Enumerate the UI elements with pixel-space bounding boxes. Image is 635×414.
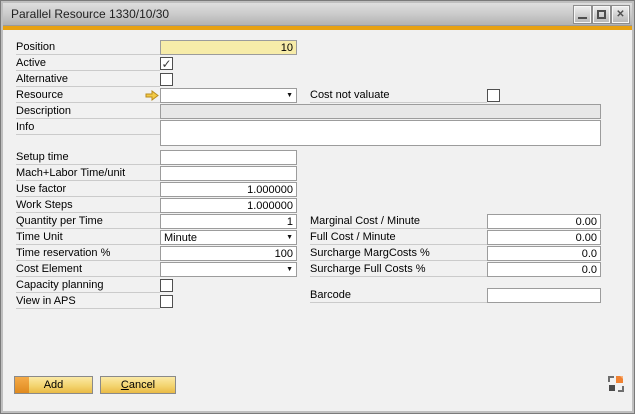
info-input[interactable] (160, 120, 601, 146)
time-unit-dropdown[interactable]: Minute ▼ (160, 230, 297, 245)
minimize-button[interactable] (574, 6, 591, 23)
accent-divider (3, 26, 632, 30)
maximize-icon (597, 10, 606, 19)
time-reservation-input[interactable] (160, 246, 297, 261)
time-reservation-label: Time reservation % (16, 246, 160, 261)
chevron-down-icon: ▼ (286, 266, 293, 273)
close-button[interactable]: ✕ (612, 6, 629, 23)
capacity-planning-checkbox[interactable] (160, 279, 173, 292)
cost-element-dropdown[interactable]: ▼ (160, 262, 297, 277)
quantity-per-time-label: Quantity per Time (16, 214, 160, 229)
surcharge-fullcosts-label: Surcharge Full Costs % (310, 262, 487, 277)
active-label: Active (16, 56, 160, 71)
cost-not-valuate-label: Cost not valuate (310, 88, 487, 103)
full-cost-input[interactable] (487, 230, 601, 245)
mach-labor-input[interactable] (160, 166, 297, 181)
quantity-per-time-input[interactable] (160, 214, 297, 229)
window-title: Parallel Resource 1330/10/30 (3, 7, 169, 21)
close-icon: ✕ (616, 9, 624, 20)
surcharge-fullcosts-input[interactable] (487, 262, 601, 277)
capacity-planning-label: Capacity planning (16, 278, 160, 293)
form-settings-icon[interactable] (608, 376, 624, 392)
setup-time-label: Setup time (16, 150, 160, 165)
alternative-label: Alternative (16, 72, 160, 87)
chevron-down-icon: ▼ (286, 234, 293, 241)
surcharge-margcosts-input[interactable] (487, 246, 601, 261)
marginal-cost-input[interactable] (487, 214, 601, 229)
use-factor-input[interactable] (160, 182, 297, 197)
add-button[interactable]: Add (14, 376, 93, 394)
active-checkbox[interactable]: ✓ (160, 57, 173, 70)
maximize-button[interactable] (593, 6, 610, 23)
position-input[interactable] (160, 40, 297, 55)
barcode-label: Barcode (310, 288, 487, 303)
position-label: Position (16, 40, 160, 55)
barcode-input[interactable] (487, 288, 601, 303)
title-bar[interactable]: Parallel Resource 1330/10/30 ✕ (3, 3, 632, 26)
view-in-aps-label: View in APS (16, 294, 160, 309)
setup-time-input[interactable] (160, 150, 297, 165)
description-input (160, 104, 601, 119)
cancel-button[interactable]: Cancel (100, 376, 176, 394)
surcharge-margcosts-label: Surcharge MargCosts % (310, 246, 487, 261)
work-steps-input[interactable] (160, 198, 297, 213)
resource-label: Resource (16, 88, 160, 103)
alternative-checkbox[interactable] (160, 73, 173, 86)
work-steps-label: Work Steps (16, 198, 160, 213)
mach-labor-label: Mach+Labor Time/unit (16, 166, 160, 181)
link-arrow-icon[interactable] (145, 90, 159, 101)
view-in-aps-checkbox[interactable] (160, 295, 173, 308)
dialog-window: Parallel Resource 1330/10/30 ✕ Position … (0, 0, 635, 414)
use-factor-label: Use factor (16, 182, 160, 197)
full-cost-label: Full Cost / Minute (310, 230, 487, 245)
info-label: Info (16, 120, 160, 135)
cost-not-valuate-checkbox[interactable] (487, 89, 500, 102)
check-icon: ✓ (161, 58, 171, 70)
cost-element-label: Cost Element (16, 262, 160, 277)
description-label: Description (16, 104, 160, 119)
chevron-down-icon: ▼ (286, 92, 293, 99)
time-unit-label: Time Unit (16, 230, 160, 245)
marginal-cost-label: Marginal Cost / Minute (310, 214, 487, 229)
minimize-icon (578, 17, 587, 19)
resource-dropdown[interactable]: ▼ (160, 88, 297, 103)
